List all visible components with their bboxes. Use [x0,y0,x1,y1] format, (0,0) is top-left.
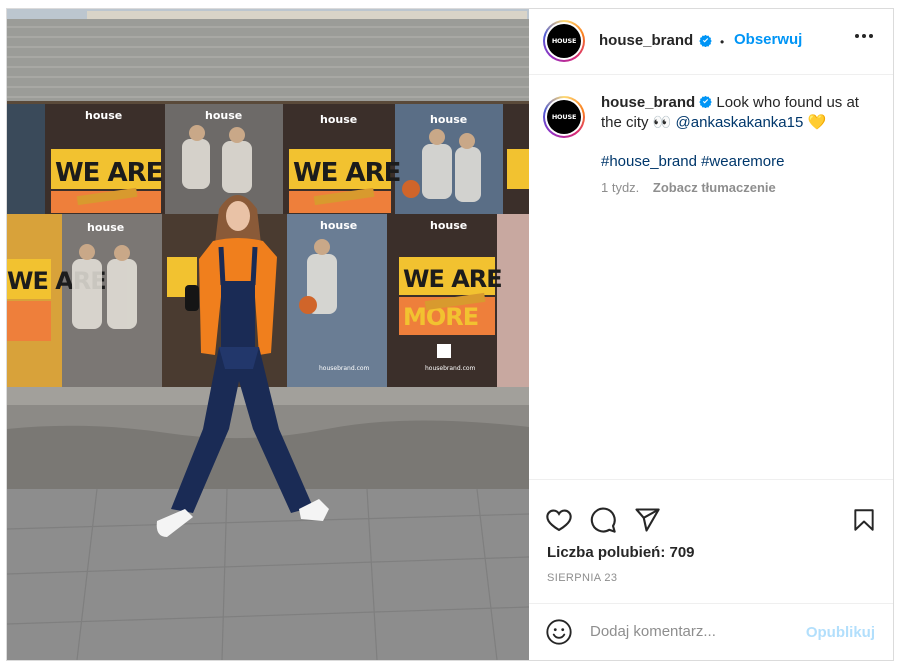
caption-hashtags: #house_brand #wearemore [601,153,784,170]
header-separator: • [720,35,725,49]
post-date: SIERPNIA 23 [547,572,618,584]
more-dot [855,34,859,38]
avatar-frame: HOUSE [545,98,583,136]
caption-text: house_brand Look who found us at the cit… [601,93,871,133]
avatar[interactable]: HOUSE [543,20,585,62]
more-options-icon[interactable] [855,34,873,38]
emoji-icon[interactable] [545,618,573,646]
avatar-logo: HOUSE [547,24,581,58]
instagram-post: WE ARE WE ARE WE ARE WE ARE MORE house h… [6,8,894,661]
poster-headline: WE ARE [403,265,502,293]
avatar-logo: HOUSE [547,100,581,134]
more-dot [869,34,873,38]
post-actions: Liczba polubień: 709 SIERPNIA 23 [529,479,893,603]
comment-icon[interactable] [589,506,617,534]
post-header: HOUSE house_brand • Obserwuj [529,9,893,75]
poster-brand: house [430,219,467,232]
bookmark-icon[interactable] [851,506,877,534]
caption-meta: 1 tydz. Zobacz tłumaczenie [601,180,776,195]
poster-brand: house [87,221,124,234]
poster-brand: house [320,219,357,232]
photo-illustration: WE ARE WE ARE WE ARE WE ARE MORE house h… [7,9,529,660]
verified-badge-icon [699,95,712,108]
comment-bar: Opublikuj [529,603,893,660]
poster-headline: WE ARE [55,158,162,188]
post-side-panel: HOUSE house_brand • Obserwuj HOUSE house… [529,9,893,660]
poster-brand: house [430,113,467,126]
hashtag-link[interactable]: #wearemore [701,153,784,170]
send-icon[interactable] [633,506,661,534]
poster-brand: house [205,109,242,122]
caption-mention-link[interactable]: @ankaskakanka15 [676,114,804,131]
verified-badge-icon [699,34,712,47]
post-time-ago[interactable]: 1 tydz. [601,180,639,195]
poster-url: housebrand.com [319,365,370,372]
comment-input[interactable] [590,623,790,640]
see-translation-button[interactable]: Zobacz tłumaczenie [653,180,776,195]
avatar-frame: HOUSE [545,22,583,60]
poster-url: housebrand.com [425,365,476,372]
poster-brand: house [85,109,122,122]
hashtag-link[interactable]: #house_brand [601,153,697,170]
caption-username[interactable]: house_brand [601,94,695,111]
heart-icon[interactable] [545,506,573,534]
poster-brand: house [320,113,357,126]
post-photo[interactable]: WE ARE WE ARE WE ARE WE ARE MORE house h… [7,9,529,660]
follow-button[interactable]: Obserwuj [734,31,802,48]
publish-button[interactable]: Opublikuj [806,624,875,641]
caption-emoji: 💛 [803,114,827,131]
header-username[interactable]: house_brand [599,32,693,49]
more-dot [862,34,866,38]
likes-count[interactable]: Liczba polubień: 709 [547,544,695,561]
poster-headline: WE ARE [293,158,400,188]
caption-avatar[interactable]: HOUSE [543,96,585,138]
